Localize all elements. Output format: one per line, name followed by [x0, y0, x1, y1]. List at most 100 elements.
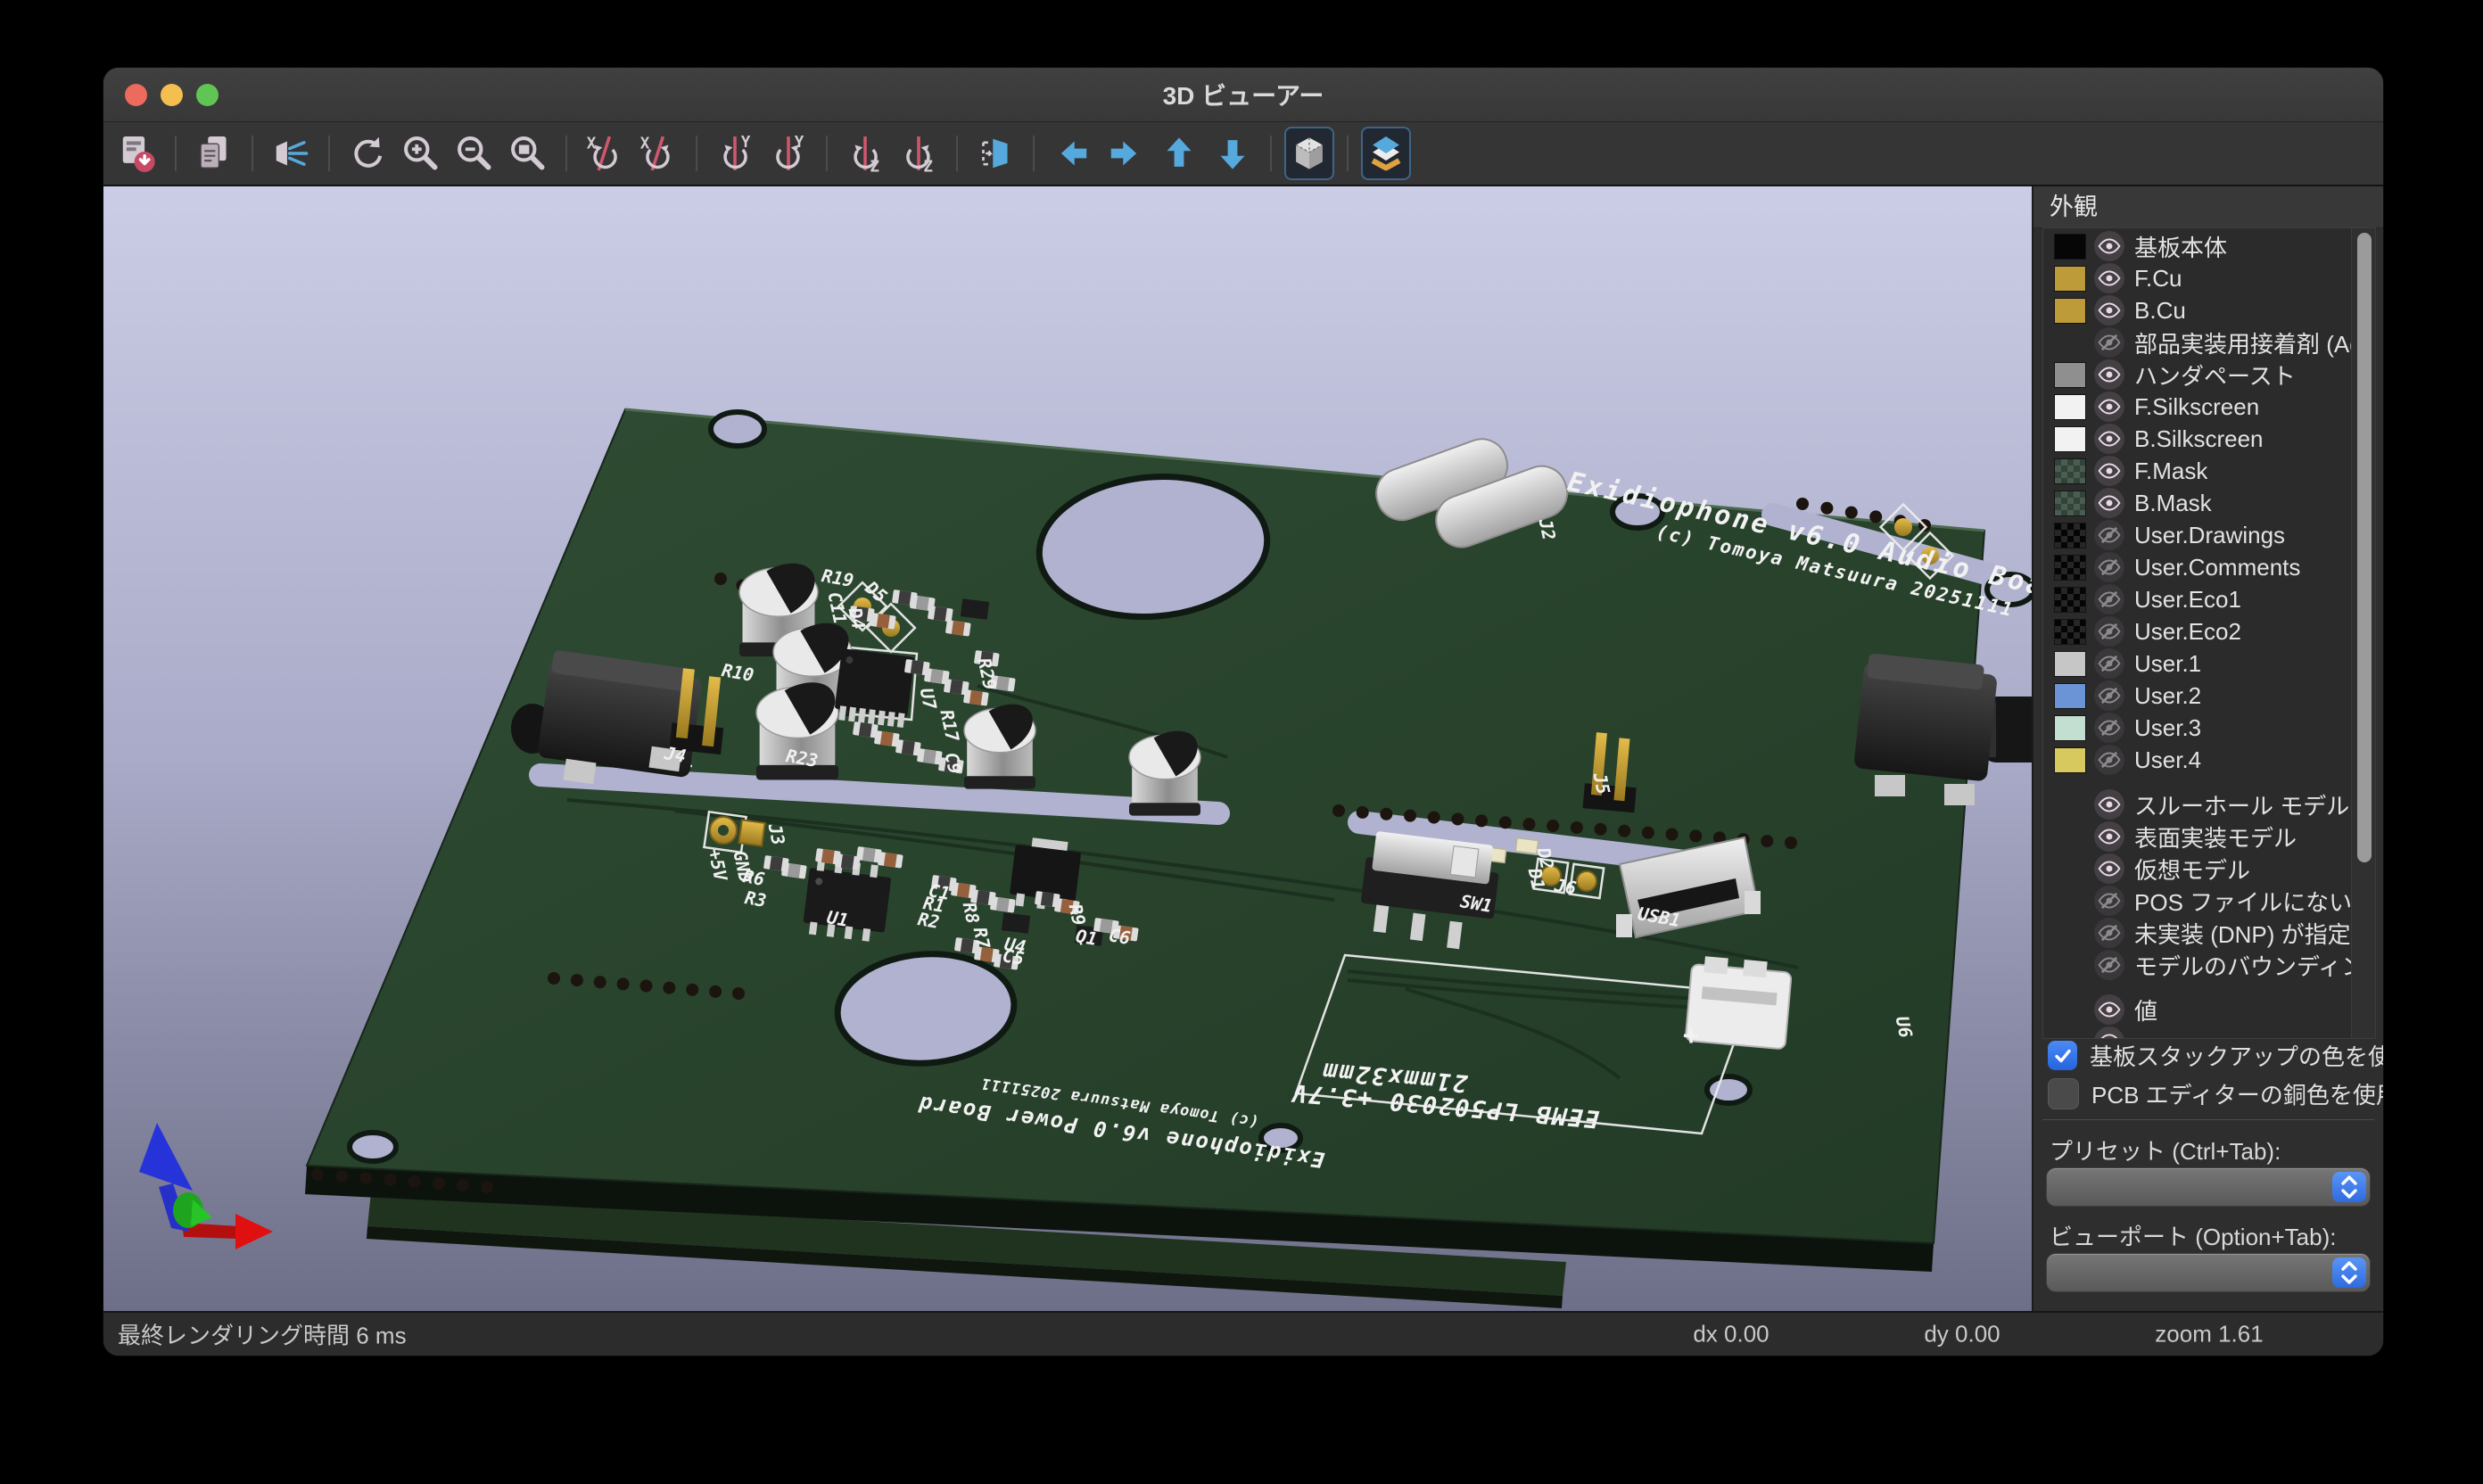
layer-label: User.1 — [2134, 650, 2201, 678]
copy-image-button[interactable] — [189, 127, 239, 180]
visibility-eye-icon[interactable] — [2094, 994, 2124, 1025]
layer-row: 基板本体 — [2043, 230, 2351, 262]
layer-row: User.2 — [2043, 680, 2351, 712]
layer-color-swatch[interactable] — [2054, 715, 2086, 741]
visibility-eye-off-icon[interactable] — [2094, 950, 2124, 980]
flip-board-button[interactable] — [970, 127, 1020, 180]
layer-color-swatch[interactable] — [2054, 587, 2086, 613]
export-board-image-button[interactable] — [112, 127, 162, 180]
viewport-combobox[interactable] — [2046, 1253, 2371, 1292]
visibility-eye-icon[interactable] — [2094, 231, 2124, 261]
layer-color-swatch[interactable] — [2054, 362, 2086, 388]
layer-color-swatch[interactable] — [2054, 234, 2086, 260]
zoom-status: zoom 1.61 — [2155, 1321, 2263, 1348]
appearance-panel-header: 外観 — [2033, 186, 2383, 228]
minimize-button[interactable] — [161, 84, 183, 106]
layer-row: 部品実装用接着剤 (Adh — [2043, 326, 2351, 359]
rotate-z-ccw-button[interactable]: Z — [840, 127, 890, 180]
visibility-eye-off-icon[interactable] — [2094, 552, 2124, 582]
layer-label: 仮想モデル — [2134, 853, 2250, 886]
layer-color-swatch[interactable] — [2054, 458, 2086, 484]
visibility-eye-icon[interactable] — [2094, 821, 2124, 852]
appearance-manager-button[interactable] — [1361, 127, 1411, 180]
visibility-eye-icon[interactable] — [2094, 392, 2124, 422]
rotate-x-ccw-button[interactable]: X — [580, 127, 630, 180]
toolbar-separator — [252, 136, 253, 171]
layer-color-swatch[interactable] — [2054, 651, 2086, 677]
preset-combobox[interactable] — [2046, 1167, 2371, 1207]
visibility-eye-icon[interactable] — [2094, 789, 2124, 820]
layer-color-swatch[interactable] — [2054, 523, 2086, 548]
checkbox-checked-icon[interactable] — [2048, 1041, 2077, 1070]
close-button[interactable] — [125, 84, 147, 106]
layer-color-swatch[interactable] — [2054, 491, 2086, 516]
svg-text:D2: D2 — [1532, 845, 1558, 871]
layer-row: User.Comments — [2043, 551, 2351, 583]
visibility-eye-icon[interactable] — [2094, 359, 2124, 390]
visibility-eye-off-icon[interactable] — [2094, 648, 2124, 679]
layer-color-swatch[interactable] — [2054, 555, 2086, 581]
layer-row: ハンダペースト — [2043, 359, 2351, 391]
layer-label: B.Cu — [2134, 297, 2186, 325]
layer-visibility-list[interactable]: 基板本体F.CuB.Cu部品実装用接着剤 (AdhハンダペーストF.Silksc… — [2042, 227, 2376, 1039]
orthographic-projection-button[interactable] — [1284, 127, 1334, 180]
toolbar-separator — [565, 136, 567, 171]
layer-color-swatch[interactable] — [2054, 298, 2086, 324]
zoom-out-button[interactable] — [450, 127, 499, 180]
layer-color-swatch[interactable] — [2054, 619, 2086, 645]
rotate-y-ccw-button[interactable]: Y — [710, 127, 760, 180]
layer-row: F.Silkscreen — [2043, 391, 2351, 423]
visibility-eye-off-icon[interactable] — [2094, 745, 2124, 775]
visibility-eye-off-icon[interactable] — [2094, 886, 2124, 916]
layer-color-swatch[interactable] — [2054, 426, 2086, 452]
visibility-eye-icon[interactable] — [2094, 853, 2124, 884]
layer-color-swatch[interactable] — [2054, 266, 2086, 292]
layer-color-swatch[interactable] — [2054, 683, 2086, 709]
svg-text:Z: Z — [870, 158, 879, 174]
visibility-eye-icon[interactable] — [2094, 456, 2124, 486]
visibility-eye-off-icon[interactable] — [2094, 616, 2124, 647]
scrollbar-track[interactable] — [2351, 228, 2375, 1038]
refresh-view-button[interactable] — [342, 127, 392, 180]
visibility-eye-icon[interactable] — [2094, 263, 2124, 293]
rotate-z-cw-button[interactable]: Z — [894, 127, 944, 180]
svg-text:Q1: Q1 — [1074, 925, 1099, 950]
use-pcb-editor-copper-colors-checkbox[interactable]: PCB エディターの銅色を使用 — [2048, 1077, 2383, 1110]
zoom-to-fit-button[interactable] — [503, 127, 553, 180]
pan-down-icon — [1220, 140, 1244, 169]
scrollbar-thumb[interactable] — [2357, 233, 2372, 862]
visibility-eye-icon[interactable] — [2094, 488, 2124, 518]
layer-row: User.Eco1 — [2043, 583, 2351, 615]
pan-left-button[interactable] — [1047, 127, 1097, 180]
layer-color-swatch[interactable] — [2054, 747, 2086, 773]
zoom-in-button[interactable] — [396, 127, 446, 180]
visibility-eye-off-icon[interactable] — [2094, 327, 2124, 358]
use-board-stackup-colors-checkbox[interactable]: 基板スタックアップの色を使用 — [2048, 1039, 2383, 1072]
combobox-stepper-icon[interactable] — [2332, 1172, 2366, 1202]
visibility-eye-off-icon[interactable] — [2094, 584, 2124, 614]
layer-color-swatch[interactable] — [2054, 394, 2086, 420]
combobox-stepper-icon[interactable] — [2332, 1257, 2366, 1288]
visibility-eye-icon[interactable] — [2094, 1026, 2124, 1039]
rotate-x-cw-button[interactable]: X — [633, 127, 683, 180]
pan-down-button[interactable] — [1208, 127, 1258, 180]
layer-row: 仮想モデル — [2043, 853, 2351, 885]
pan-up-button[interactable] — [1154, 127, 1204, 180]
svg-text:D4: D4 — [844, 605, 870, 631]
pan-right-button[interactable] — [1101, 127, 1151, 180]
3d-viewport-canvas[interactable]: Exidiophone v6.0 Audio Board(c) Tomoya M… — [103, 186, 2032, 1313]
svg-text:Y: Y — [795, 134, 804, 152]
visibility-eye-off-icon[interactable] — [2094, 713, 2124, 743]
render-current-view-button[interactable] — [266, 127, 316, 180]
visibility-eye-off-icon[interactable] — [2094, 520, 2124, 550]
visibility-eye-icon[interactable] — [2094, 424, 2124, 454]
checkbox-unchecked-icon[interactable] — [2048, 1078, 2079, 1109]
visibility-eye-off-icon[interactable] — [2094, 680, 2124, 711]
visibility-eye-off-icon[interactable] — [2094, 918, 2124, 948]
rotate-y-cw-button[interactable]: Y — [763, 127, 813, 180]
pan-up-icon — [1167, 137, 1191, 166]
fullscreen-button[interactable] — [196, 84, 219, 106]
layer-row: B.Mask — [2043, 487, 2351, 519]
visibility-eye-icon[interactable] — [2094, 295, 2124, 326]
layer-row: モデルのバウンディング — [2043, 949, 2351, 981]
